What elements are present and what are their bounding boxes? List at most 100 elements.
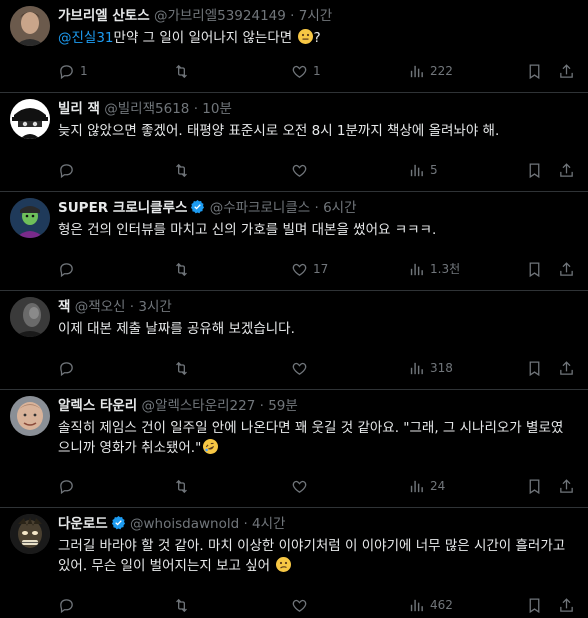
reply-button[interactable]: 1 — [58, 61, 88, 81]
views-button[interactable]: 1.3천 — [408, 259, 460, 279]
views-button[interactable]: 24 — [408, 476, 445, 496]
views-button[interactable]: 462 — [408, 595, 453, 615]
retweet-button[interactable] — [173, 358, 195, 378]
bookmark-button[interactable] — [526, 358, 543, 378]
separator-dot: · — [290, 8, 295, 24]
verified-badge-icon — [191, 199, 205, 214]
heart-icon — [292, 362, 307, 375]
share-icon — [560, 360, 573, 375]
retweet-button[interactable] — [173, 160, 195, 180]
mention-link[interactable]: @진실31 — [58, 30, 114, 46]
bookmark-button[interactable] — [526, 476, 543, 496]
views-button[interactable]: 222 — [408, 61, 453, 81]
like-button[interactable] — [291, 160, 313, 180]
views-icon — [410, 65, 423, 77]
reply-icon — [60, 163, 73, 178]
bookmark-button[interactable] — [526, 595, 543, 615]
views-icon — [410, 362, 423, 374]
tweet-text: 솔직히 제임스 건이 일주일 안에 나온다면 꽤 웃길 것 같아요. "그래, … — [58, 418, 574, 458]
share-icon — [560, 478, 573, 493]
user-handle[interactable]: @가브리엘53924149 — [154, 8, 286, 24]
user-handle[interactable]: @수파크로니클스 — [210, 200, 310, 216]
display-name[interactable]: 빌리 잭 — [58, 101, 100, 117]
avatar[interactable] — [10, 198, 50, 238]
reply-tweet[interactable]: SUPER 크로니클루스 @수파크로니클스 · 6시간 형은 건의 인터뷰를 마… — [0, 192, 588, 291]
like-button[interactable] — [291, 358, 313, 378]
like-count: 17 — [313, 262, 329, 276]
reply-button[interactable] — [58, 595, 80, 615]
like-button[interactable]: 1 — [291, 61, 321, 81]
display-name[interactable]: 알렉스 타운리 — [58, 398, 137, 414]
separator-dot: · — [193, 101, 198, 117]
views-count: 1.3천 — [430, 262, 461, 276]
retweet-button[interactable] — [173, 595, 195, 615]
user-handle[interactable]: @빌리잭5618 — [104, 101, 189, 117]
display-name[interactable]: 잭 — [58, 299, 70, 315]
reply-button[interactable] — [58, 259, 80, 279]
bookmark-button[interactable] — [526, 160, 543, 180]
reply-button[interactable] — [58, 476, 80, 496]
retweet-button[interactable] — [173, 259, 195, 279]
action-bar: 5 — [58, 160, 578, 180]
avatar[interactable] — [10, 99, 50, 139]
reply-tweet[interactable]: 다운로드 @whoisdawnold · 4시간 그러길 바라야 할 것 같아.… — [0, 508, 588, 618]
views-button[interactable]: 318 — [408, 358, 453, 378]
verified-badge-icon — [111, 515, 125, 530]
rofl-emoji — [200, 436, 221, 457]
bookmark-icon — [529, 162, 540, 178]
views-button[interactable]: 5 — [408, 160, 438, 180]
like-button[interactable] — [291, 476, 313, 496]
timestamp[interactable]: 59분 — [268, 398, 298, 414]
tweet-header: SUPER 크로니클루스 @수파크로니클스 · 6시간 — [58, 198, 578, 218]
action-bar: 17 1.3천 — [58, 259, 578, 279]
reply-icon — [60, 598, 73, 613]
action-bar: 462 — [58, 595, 578, 615]
avatar[interactable] — [10, 514, 50, 554]
display-name[interactable]: 다운로드 — [58, 516, 108, 532]
tweet-text-main: 만약 그 일이 일어나지 않는다면 — [113, 30, 293, 46]
bookmark-icon — [529, 478, 540, 494]
share-button[interactable] — [558, 358, 575, 378]
reply-tweet[interactable]: 빌리 잭 @빌리잭5618 · 10분 늦지 않았으면 좋겠어. 태평양 표준시… — [0, 93, 588, 192]
reply-tweet[interactable]: 가브리엘 산토스 @가브리엘53924149 · 7시간 @진실31만약 그 일… — [0, 0, 588, 93]
bookmark-button[interactable] — [526, 61, 543, 81]
reply-tweet[interactable]: 알렉스 타운리 @알렉스타운리227 · 59분 솔직히 제임스 건이 일주일 … — [0, 390, 588, 508]
timestamp[interactable]: 4시간 — [252, 516, 285, 532]
share-button[interactable] — [558, 61, 575, 81]
avatar[interactable] — [10, 6, 50, 46]
display-name[interactable]: 가브리엘 산토스 — [58, 8, 150, 24]
views-icon — [410, 599, 423, 611]
avatar[interactable] — [10, 297, 50, 337]
share-button[interactable] — [558, 595, 575, 615]
share-button[interactable] — [558, 476, 575, 496]
action-bar: 1 1 222 — [58, 61, 578, 81]
tweet-header: 잭 @잭오신 · 3시간 — [58, 297, 578, 317]
display-name[interactable]: SUPER 크로니클루스 — [58, 200, 187, 216]
share-button[interactable] — [558, 160, 575, 180]
bookmark-button[interactable] — [526, 259, 543, 279]
timestamp[interactable]: 3시간 — [138, 299, 171, 315]
timestamp[interactable]: 6시간 — [323, 200, 356, 216]
share-icon — [560, 63, 573, 78]
reply-button[interactable] — [58, 358, 80, 378]
retweet-icon — [176, 479, 187, 493]
views-count: 222 — [430, 64, 453, 78]
reply-tweet[interactable]: 잭 @잭오신 · 3시간 이제 대본 제출 날짜를 공유해 보겠습니다. 318 — [0, 291, 588, 390]
retweet-icon — [176, 163, 187, 177]
timestamp[interactable]: 10분 — [202, 101, 232, 117]
confused-face-emoji — [276, 557, 292, 572]
separator-dot: · — [314, 200, 319, 216]
like-button[interactable]: 17 — [291, 259, 328, 279]
tweet-header: 빌리 잭 @빌리잭5618 · 10분 — [58, 99, 578, 119]
like-button[interactable] — [291, 595, 313, 615]
avatar[interactable] — [10, 396, 50, 436]
user-handle[interactable]: @알렉스타운리227 — [142, 398, 256, 414]
timestamp[interactable]: 7시간 — [299, 8, 332, 24]
reply-button[interactable] — [58, 160, 80, 180]
user-handle[interactable]: @whoisdawnold — [130, 516, 239, 532]
share-button[interactable] — [558, 259, 575, 279]
tweet-text: 늦지 않았으면 좋겠어. 태평양 표준시로 오전 8시 1분까지 책상에 올려놔… — [58, 121, 574, 141]
user-handle[interactable]: @잭오신 — [75, 299, 126, 315]
retweet-button[interactable] — [173, 61, 195, 81]
retweet-button[interactable] — [173, 476, 195, 496]
